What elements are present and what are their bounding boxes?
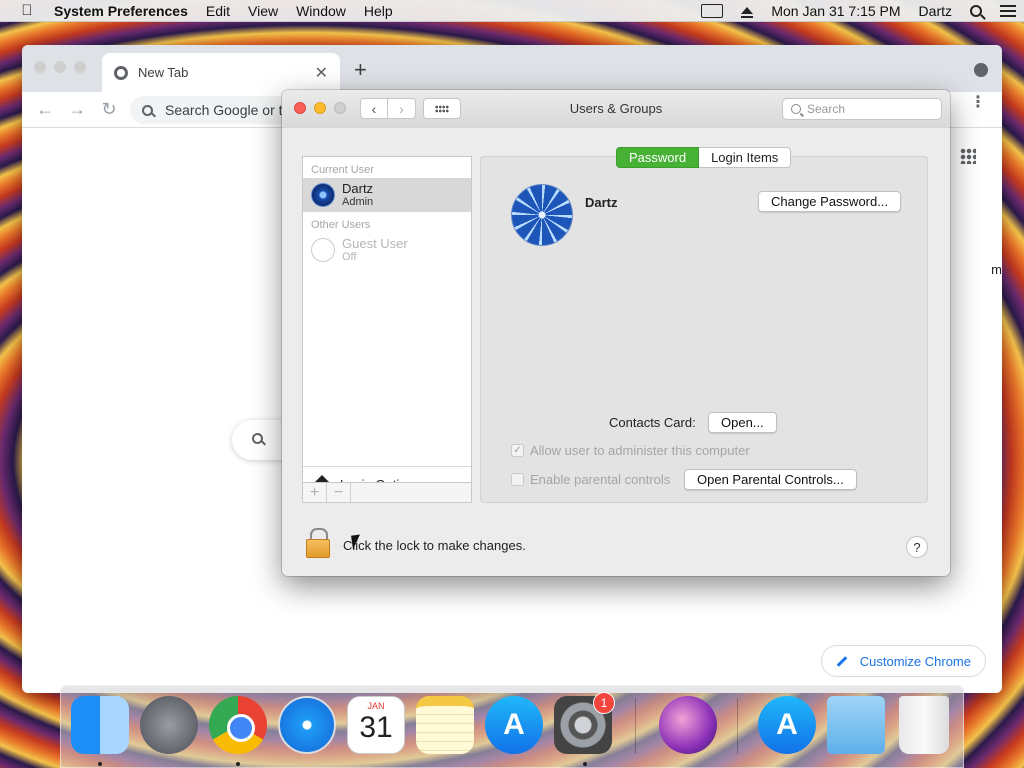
omnibox-placeholder: Search Google or t <box>165 102 283 118</box>
calendar-month: JAN <box>367 701 385 711</box>
finder-dock-icon[interactable] <box>71 696 129 754</box>
snowflake-avatar-icon <box>311 183 335 207</box>
app-store-a-glyph: A <box>503 708 525 741</box>
chrome-menu-kebab-icon[interactable]: ⋮ <box>970 95 986 111</box>
notification-center-icon[interactable] <box>1000 4 1016 17</box>
users-groups-window: ‹ › Users & Groups Search Current User D… <box>282 90 950 576</box>
prefs-search-field[interactable]: Search <box>782 98 942 120</box>
user-list-buttons: + − <box>302 482 472 503</box>
dock-separator <box>635 698 636 754</box>
prefs-search-placeholder: Search <box>807 102 846 116</box>
user-list: Current User Dartz Admin Other Users Gue… <box>302 156 472 503</box>
chrome-traffic-lights <box>34 61 94 73</box>
add-user-button[interactable]: + <box>303 483 327 502</box>
parental-controls-label: Enable parental controls <box>530 472 671 487</box>
prefs-title-bar: ‹ › Users & Groups Search <box>282 90 950 128</box>
forward-arrow-icon[interactable]: → <box>68 99 86 120</box>
change-password-button[interactable]: Change Password... <box>758 191 902 212</box>
tab-login-items[interactable]: Login Items <box>699 147 792 168</box>
user-name: Dartz <box>342 181 374 196</box>
allow-admin-label: Allow user to administer this computer <box>530 443 750 458</box>
customize-chrome-label: Customize Chrome <box>859 653 971 669</box>
chrome-close-button[interactable] <box>34 61 46 73</box>
parental-controls-checkbox[interactable] <box>511 473 524 486</box>
eject-icon[interactable] <box>741 7 754 18</box>
chrome-minimize-button[interactable] <box>54 61 66 73</box>
allow-admin-checkbox[interactable]: ✓ <box>511 444 524 457</box>
contacts-open-button[interactable]: Open... <box>708 412 777 433</box>
mouse-cursor-icon <box>351 534 362 550</box>
chrome-tab-new-tab[interactable]: New Tab ✕ <box>102 53 340 92</box>
calendar-dock-icon[interactable]: JAN 31 <box>347 696 405 754</box>
chrome-tab-bar: New Tab ✕ + <box>22 45 1002 92</box>
apple-menu-icon[interactable]:  <box>0 2 54 19</box>
dock: JAN 31 A 1 A <box>60 685 964 768</box>
tab-search-dropdown-icon[interactable] <box>974 63 988 77</box>
user-picture-avatar[interactable] <box>511 184 573 246</box>
finder-running-dot <box>98 762 102 766</box>
sysprefs-running-dot <box>583 762 587 766</box>
calendar-day: 31 <box>359 711 393 744</box>
dock-separator <box>737 698 738 754</box>
macos-installer-dock-icon[interactable] <box>659 696 717 754</box>
menu-window[interactable]: Window <box>287 3 355 19</box>
chrome-favicon-icon <box>114 65 128 80</box>
remove-user-button[interactable]: − <box>327 483 351 502</box>
partial-text-edge: m <box>991 262 1002 277</box>
allow-admin-row: ✓ Allow user to administer this computer <box>511 443 750 458</box>
spotlight-search-icon[interactable] <box>970 4 982 17</box>
app-store-dock-icon[interactable]: A <box>485 696 543 754</box>
tab-close-icon[interactable]: ✕ <box>315 63 328 83</box>
omnibox-search-icon <box>142 104 153 116</box>
user-name: Guest User <box>342 236 408 251</box>
menu-bar:  System Preferences Edit View Window He… <box>0 0 1024 22</box>
chrome-running-dot <box>236 762 240 766</box>
airplay-display-icon[interactable] <box>701 3 724 18</box>
notes-dock-icon[interactable] <box>416 696 474 754</box>
section-current-user: Current User <box>311 164 374 176</box>
user-role: Off <box>342 251 357 263</box>
prefs-search-icon <box>791 104 801 114</box>
new-tab-plus-icon[interactable]: + <box>354 57 367 83</box>
downloads-folder-dock-icon[interactable] <box>827 696 885 754</box>
user-detail-pane: Password Login Items Dartz Change Passwo… <box>480 147 928 503</box>
parental-controls-row: Enable parental controls <box>511 472 670 487</box>
user-row-guest[interactable]: Guest User Off <box>303 233 471 267</box>
chrome-tab-title: New Tab <box>138 65 189 80</box>
open-parental-controls-button[interactable]: Open Parental Controls... <box>684 469 857 490</box>
google-apps-grid-icon[interactable] <box>960 148 976 164</box>
chrome-zoom-button[interactable] <box>74 61 86 73</box>
chrome-dock-icon[interactable] <box>209 696 267 754</box>
menu-edit[interactable]: Edit <box>197 3 239 19</box>
app-store-a-glyph: A <box>776 708 798 741</box>
user-role: Admin <box>342 196 374 208</box>
back-arrow-icon[interactable]: ← <box>36 99 54 120</box>
user-row-dartz[interactable]: Dartz Admin <box>303 178 471 212</box>
safari-dock-icon[interactable] <box>278 696 336 754</box>
guest-avatar-icon <box>311 238 335 262</box>
customize-chrome-button[interactable]: Customize Chrome <box>820 645 986 677</box>
detail-tabs: Password Login Items <box>616 147 792 168</box>
section-other-users: Other Users <box>311 219 371 231</box>
menu-help[interactable]: Help <box>355 3 402 19</box>
lock-icon[interactable] <box>306 528 330 558</box>
trash-dock-icon[interactable] <box>899 696 949 754</box>
pencil-icon <box>836 655 848 667</box>
launchpad-dock-icon[interactable] <box>140 696 198 754</box>
help-button[interactable]: ? <box>906 536 928 558</box>
selected-user-name: Dartz <box>585 195 618 210</box>
menu-app-name[interactable]: System Preferences <box>54 3 197 19</box>
sysprefs-badge: 1 <box>593 692 615 714</box>
tab-password[interactable]: Password <box>616 147 700 168</box>
google-search-icon <box>252 433 263 444</box>
reload-icon[interactable]: ↻ <box>100 99 118 120</box>
menu-clock[interactable]: Mon Jan 31 7:15 PM <box>771 3 900 19</box>
app-store-folder-dock-icon[interactable]: A <box>758 696 816 754</box>
contacts-card-label: Contacts Card: <box>609 415 696 430</box>
menu-user-name[interactable]: Dartz <box>919 3 952 19</box>
menu-view[interactable]: View <box>239 3 287 19</box>
lock-instruction-text: Click the lock to make changes. <box>343 538 526 553</box>
